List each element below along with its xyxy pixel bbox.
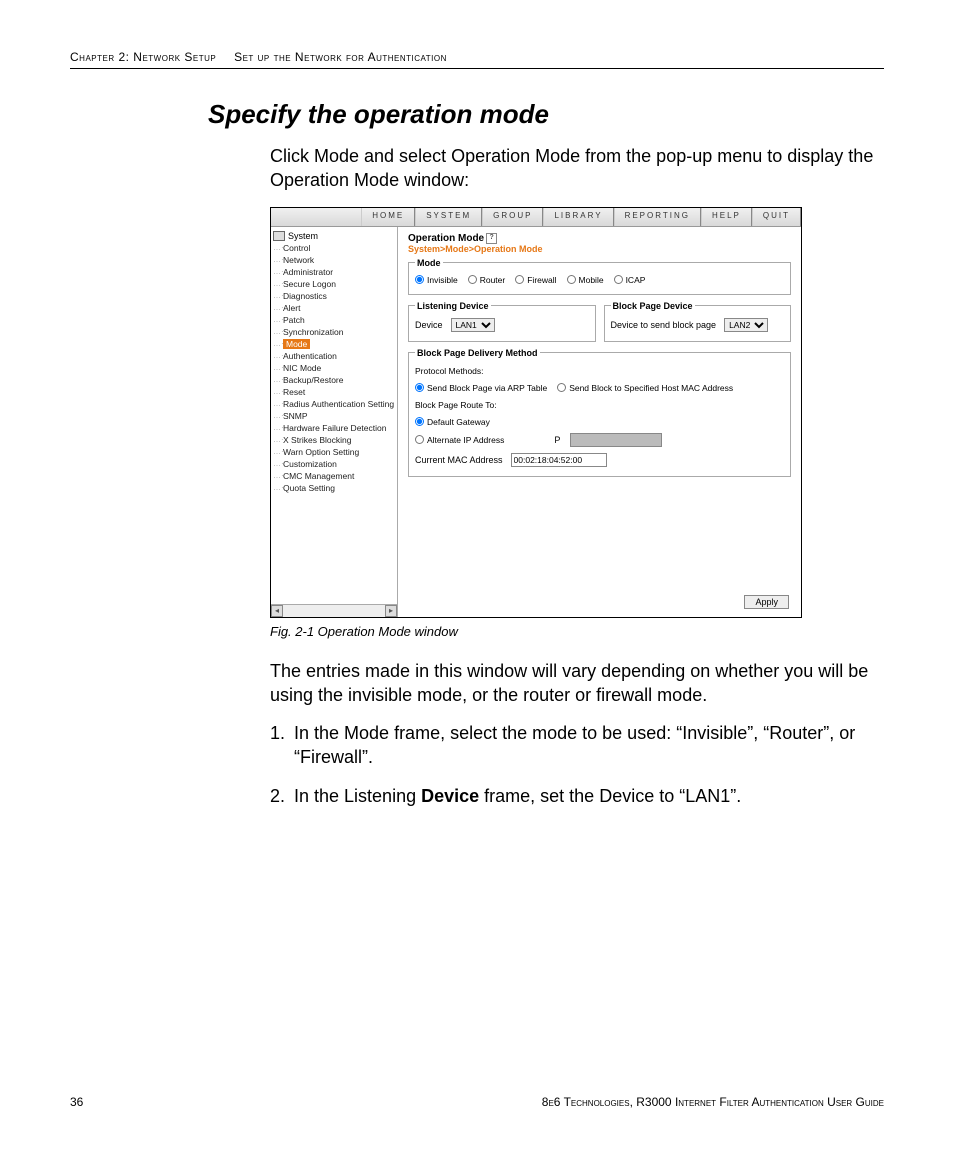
blockdev-legend: Block Page Device xyxy=(611,301,695,311)
footer-title: 8e6 Technologies, R3000 Internet Filter … xyxy=(542,1095,884,1109)
tree-item-x-strikes-blocking[interactable]: X Strikes Blocking xyxy=(273,435,395,447)
menu-reporting[interactable]: REPORTING xyxy=(614,208,701,226)
page-footer: 36 8e6 Technologies, R3000 Internet Filt… xyxy=(70,1095,884,1109)
system-icon xyxy=(273,231,285,241)
tree-item-reset[interactable]: Reset xyxy=(273,387,395,399)
tree-item-hardware-failure-detection[interactable]: Hardware Failure Detection xyxy=(273,423,395,435)
tree-item-network[interactable]: Network xyxy=(273,255,395,267)
route-alternate-ip[interactable]: Alternate IP Address xyxy=(415,435,504,445)
header-chapter: Chapter 2: Network Setup xyxy=(70,50,216,64)
mode-option-router[interactable]: Router xyxy=(468,275,506,285)
running-header: Chapter 2: Network Setup Set up the Netw… xyxy=(70,50,884,69)
tree-item-cmc-management[interactable]: CMC Management xyxy=(273,471,395,483)
protocol-option[interactable]: Send Block Page via ARP Table xyxy=(415,383,547,393)
tree-item-customization[interactable]: Customization xyxy=(273,459,395,471)
tree-item-radius-authentication-setting[interactable]: Radius Authentication Setting xyxy=(273,399,395,411)
tree-root[interactable]: System xyxy=(273,231,395,241)
blockdev-label: Device to send block page xyxy=(611,320,717,330)
tree-item-control[interactable]: Control xyxy=(273,243,395,255)
protocol-options: Send Block Page via ARP Table Send Block … xyxy=(415,380,784,396)
ip-label: P xyxy=(554,435,560,445)
tree-item-alert[interactable]: Alert xyxy=(273,303,395,315)
menu-home[interactable]: HOME xyxy=(361,208,415,226)
tree-item-diagnostics[interactable]: Diagnostics xyxy=(273,291,395,303)
menubar: HOME SYSTEM GROUP LIBRARY REPORTING HELP… xyxy=(271,208,801,227)
apply-button[interactable]: Apply xyxy=(744,595,789,609)
menu-group[interactable]: GROUP xyxy=(482,208,543,226)
mode-option-icap[interactable]: ICAP xyxy=(614,275,646,285)
intro-paragraph: Click Mode and select Operation Mode fro… xyxy=(270,144,874,193)
panel-title: Operation Mode? xyxy=(408,233,791,244)
tree-root-label: System xyxy=(288,231,318,241)
tree-item-snmp[interactable]: SNMP xyxy=(273,411,395,423)
block-page-device-select[interactable]: LAN2 xyxy=(724,318,768,332)
page-number: 36 xyxy=(70,1095,83,1109)
route-to-label: Block Page Route To: xyxy=(415,400,784,410)
step-1: 1. In the Mode frame, select the mode to… xyxy=(270,721,884,770)
figure: HOME SYSTEM GROUP LIBRARY REPORTING HELP… xyxy=(270,207,884,618)
route-default-gateway[interactable]: Default Gateway xyxy=(415,417,490,427)
tree-item-secure-logon[interactable]: Secure Logon xyxy=(273,279,395,291)
tree-item-authentication[interactable]: Authentication xyxy=(273,351,395,363)
protocol-option[interactable]: Send Block to Specified Host MAC Address xyxy=(557,383,733,393)
menu-system[interactable]: SYSTEM xyxy=(415,208,482,226)
mode-frame: Mode Invisible Router Firewall Mobile ICAP xyxy=(408,258,791,295)
tree-item-backup-restore[interactable]: Backup/Restore xyxy=(273,375,395,387)
tree-item-patch[interactable]: Patch xyxy=(273,315,395,327)
tree-item-warn-option-setting[interactable]: Warn Option Setting xyxy=(273,447,395,459)
paragraph-2: The entries made in this window will var… xyxy=(270,659,874,708)
protocol-methods-label: Protocol Methods: xyxy=(415,366,784,376)
mode-legend: Mode xyxy=(415,258,443,268)
tree-scrollbar[interactable]: ◂▸ xyxy=(271,604,397,617)
section-title: Specify the operation mode xyxy=(208,99,884,130)
menu-help[interactable]: HELP xyxy=(701,208,752,226)
breadcrumb: System>Mode>Operation Mode xyxy=(408,244,791,254)
delivery-legend: Block Page Delivery Method xyxy=(415,348,540,358)
menu-library[interactable]: LIBRARY xyxy=(543,208,613,226)
tree-item-nic-mode[interactable]: NIC Mode xyxy=(273,363,395,375)
block-page-delivery-frame: Block Page Delivery Method Protocol Meth… xyxy=(408,348,791,477)
tree-item-quota-setting[interactable]: Quota Setting xyxy=(273,483,395,495)
mode-option-firewall[interactable]: Firewall xyxy=(515,275,556,285)
alternate-ip-input[interactable] xyxy=(570,433,662,447)
tree-item-administrator[interactable]: Administrator xyxy=(273,267,395,279)
mode-option-invisible[interactable]: Invisible xyxy=(415,275,458,285)
content-panel: Operation Mode? System>Mode>Operation Mo… xyxy=(398,227,801,617)
header-section: Set up the Network for Authentication xyxy=(234,50,447,64)
listening-legend: Listening Device xyxy=(415,301,491,311)
listening-label: Device xyxy=(415,320,443,330)
nav-tree[interactable]: System ControlNetworkAdministratorSecure… xyxy=(271,227,398,617)
mac-address-input[interactable] xyxy=(511,453,607,467)
steps-list: 1. In the Mode frame, select the mode to… xyxy=(270,721,884,808)
step-2: 2. In the Listening Device frame, set th… xyxy=(270,784,884,808)
mode-option-mobile[interactable]: Mobile xyxy=(567,275,604,285)
menu-quit[interactable]: QUIT xyxy=(752,208,801,226)
mac-label: Current MAC Address xyxy=(415,455,503,465)
app-window: HOME SYSTEM GROUP LIBRARY REPORTING HELP… xyxy=(270,207,802,618)
figure-caption: Fig. 2-1 Operation Mode window xyxy=(270,624,884,639)
listening-device-select[interactable]: LAN1 xyxy=(451,318,495,332)
block-page-device-frame: Block Page Device Device to send block p… xyxy=(604,301,792,342)
listening-device-frame: Listening Device Device LAN1 xyxy=(408,301,596,342)
tree-item-synchronization[interactable]: Synchronization xyxy=(273,327,395,339)
tree-item-mode[interactable]: Mode xyxy=(273,339,395,351)
help-icon[interactable]: ? xyxy=(486,233,497,244)
mode-options: Invisible Router Firewall Mobile ICAP xyxy=(415,272,784,288)
